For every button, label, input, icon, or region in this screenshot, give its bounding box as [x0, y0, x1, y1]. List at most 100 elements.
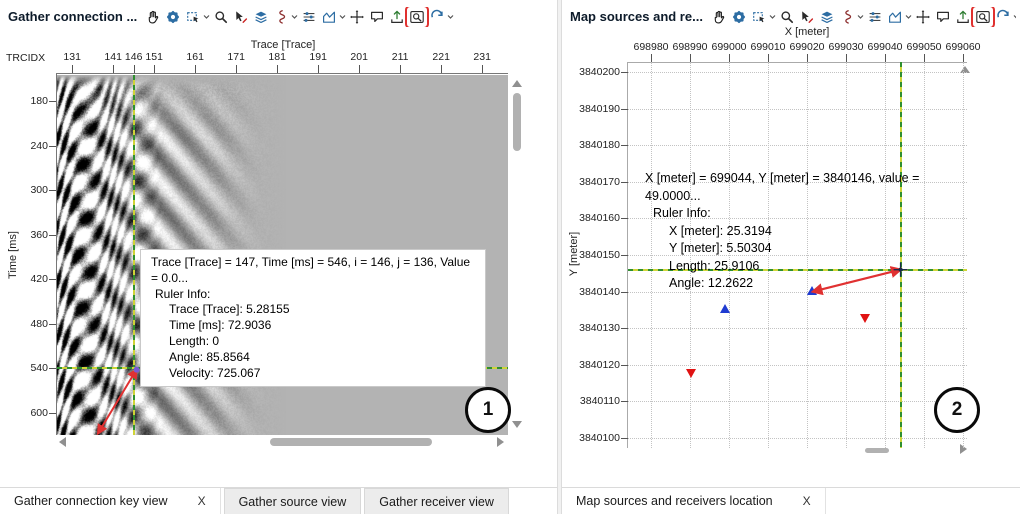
- gather-plot-area[interactable]: Trace [Trace] TRCIDX Time [ms] Trace [Tr…: [0, 0, 557, 514]
- annotation-badge-2: 2: [934, 387, 980, 433]
- y-tick-mark: [621, 364, 628, 366]
- export-chart-icon[interactable]: [953, 7, 973, 27]
- settings-gear-icon[interactable]: [163, 7, 183, 27]
- grid-line-horizontal: [628, 401, 967, 403]
- dropdown-caret-icon[interactable]: [905, 7, 912, 27]
- tooltip-bubble-icon[interactable]: [933, 7, 953, 27]
- x-tick-label: 191: [309, 51, 327, 63]
- move-tool-icon[interactable]: [347, 7, 367, 27]
- tab-gather-connection-key-view[interactable]: Gather connection key view X: [0, 488, 221, 514]
- x-axis-line: [57, 73, 508, 74]
- x-tick-mark: [72, 65, 74, 73]
- y-tick-mark: [621, 291, 628, 293]
- scroll-left-button[interactable]: [59, 437, 66, 447]
- search-magnifier-icon[interactable]: [777, 7, 797, 27]
- tab-gather-source-view[interactable]: Gather source view: [223, 488, 362, 514]
- x-tick-label: 151: [145, 51, 163, 63]
- close-icon[interactable]: X: [198, 494, 206, 508]
- dropdown-caret-icon[interactable]: [447, 7, 454, 27]
- pick-cursor-icon[interactable]: [231, 7, 251, 27]
- map-plot-area[interactable]: X [meter] Y [meter] X [meter] = 699044, …: [562, 0, 1020, 514]
- tab-map-sources-and-receivers-location[interactable]: Map sources and receivers location X: [562, 488, 826, 514]
- y-tick-mark: [49, 101, 56, 102]
- y-tick-mark: [49, 368, 56, 370]
- refresh-sync-icon[interactable]: [427, 7, 447, 27]
- area-chart-icon[interactable]: [885, 7, 905, 27]
- dropdown-caret-icon[interactable]: [203, 7, 210, 27]
- y-tick-mark: [621, 401, 628, 403]
- x-tick-mark: [154, 65, 156, 73]
- y-tick-label: 3840200: [579, 66, 620, 78]
- dropdown-caret-icon[interactable]: [291, 7, 298, 27]
- info-ruler-header: Ruler Info:: [155, 286, 211, 301]
- scroll-up-button[interactable]: [512, 80, 522, 87]
- y-tick-mark: [621, 328, 628, 330]
- x-tick-label: 698990: [672, 41, 708, 53]
- tab-gather-receiver-view[interactable]: Gather receiver view: [364, 488, 509, 514]
- x-tick-label: 231: [473, 51, 491, 63]
- y-tick-mark: [621, 438, 628, 439]
- pan-hand-icon[interactable]: [143, 7, 163, 27]
- x-tick-label: 161: [186, 51, 204, 63]
- tooltip-bubble-icon[interactable]: [367, 7, 387, 27]
- pan-hand-icon[interactable]: [709, 7, 729, 27]
- dropdown-caret-icon[interactable]: [769, 7, 776, 27]
- tab-label: Gather receiver view: [379, 494, 494, 509]
- x-axis-line: [628, 62, 967, 63]
- y-tick-mark: [621, 218, 628, 220]
- x-tick-mark: [133, 65, 135, 73]
- zoom-select-icon[interactable]: [749, 7, 769, 27]
- x-tick-label: 698980: [633, 41, 669, 53]
- dropdown-caret-icon[interactable]: [857, 7, 864, 27]
- settings-gear-icon[interactable]: [729, 7, 749, 27]
- slider-rows-icon[interactable]: [299, 7, 319, 27]
- info-ruler-row: Time [ms]: 72.9036: [169, 318, 272, 333]
- wiggle-trace-icon[interactable]: [271, 7, 291, 27]
- x-tick-mark: [400, 65, 402, 73]
- horizontal-scrollbar-thumb[interactable]: [865, 448, 889, 453]
- wiggle-trace-icon[interactable]: [837, 7, 857, 27]
- vertical-scrollbar-thumb[interactable]: [513, 93, 521, 151]
- y-tick-label: 360: [30, 228, 48, 241]
- layers-icon[interactable]: [251, 7, 271, 27]
- layers-icon[interactable]: [817, 7, 837, 27]
- grid-line-horizontal: [628, 72, 967, 73]
- x-tick-label: 699000: [711, 41, 747, 53]
- grid-line-horizontal: [628, 145, 967, 147]
- info-ruler-row: Trace [Trace]: 5.28155: [169, 302, 290, 317]
- refresh-sync-icon[interactable]: [993, 7, 1013, 27]
- close-icon[interactable]: X: [803, 494, 811, 508]
- x-tick-mark: [807, 54, 808, 62]
- dropdown-caret-icon[interactable]: [1013, 7, 1016, 27]
- scroll-down-button[interactable]: [512, 421, 522, 428]
- y-tick-mark: [621, 72, 628, 73]
- slider-rows-icon[interactable]: [865, 7, 885, 27]
- info-ruler-row: X [meter]: 25.3194: [669, 223, 772, 238]
- export-chart-icon[interactable]: [387, 7, 407, 27]
- y-tick-mark: [621, 181, 628, 183]
- move-tool-icon[interactable]: [913, 7, 933, 27]
- x-tick-label: 141: [104, 51, 122, 63]
- area-chart-icon[interactable]: [319, 7, 339, 27]
- x-tick-label: 699060: [945, 41, 981, 53]
- grid-line-horizontal: [628, 364, 967, 366]
- y-tick-label: 3840130: [579, 322, 620, 335]
- zoom-select-icon[interactable]: [183, 7, 203, 27]
- horizontal-scrollbar-thumb[interactable]: [270, 438, 432, 446]
- marker-triangle-up: [719, 303, 730, 313]
- scroll-right-button[interactable]: [497, 437, 504, 447]
- right-toolbar: [709, 6, 1016, 27]
- y-tick-mark: [49, 234, 56, 236]
- info-ruler-row: Y [meter]: 5.50304: [669, 241, 772, 255]
- x-tick-label: 221: [432, 51, 450, 63]
- search-magnifier-icon[interactable]: [211, 7, 231, 27]
- y-tick-label: 3840180: [579, 139, 620, 152]
- annotation-badge-1: 1: [465, 387, 511, 433]
- x-tick-mark: [885, 54, 886, 62]
- zoom-region-icon[interactable]: [405, 6, 430, 27]
- dropdown-caret-icon[interactable]: [339, 7, 346, 27]
- pick-cursor-icon[interactable]: [797, 7, 817, 27]
- x-tick-label: 146: [124, 51, 143, 63]
- zoom-region-icon[interactable]: [970, 6, 995, 27]
- x-tick-mark: [441, 65, 443, 73]
